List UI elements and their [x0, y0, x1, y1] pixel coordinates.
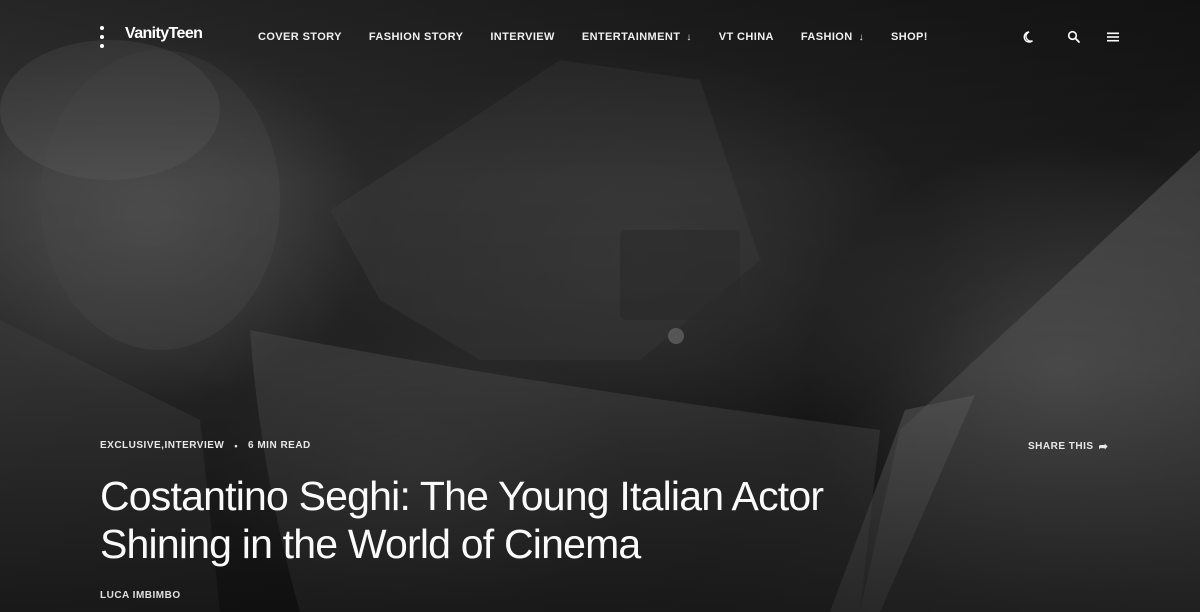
- nav-item-label: FASHION: [800, 31, 853, 43]
- site-logo[interactable]: VanityTeen: [125, 25, 203, 43]
- search-icon[interactable]: [1065, 28, 1083, 46]
- chevron-down-icon: ↓: [686, 31, 692, 43]
- share-arrow-icon: ➦: [1098, 441, 1109, 453]
- nav-item-interview[interactable]: INTERVIEW: [490, 31, 555, 43]
- main-nav: COVER STORY FASHION STORY INTERVIEW ENTE…: [258, 29, 955, 45]
- nav-item-entertainment[interactable]: ENTERTAINMENT ↓: [582, 31, 692, 43]
- nav-item-label: FASHION STORY: [368, 31, 464, 43]
- nav-item-fashion[interactable]: FASHION ↓: [801, 31, 864, 43]
- site-header: VanityTeen COVER STORY FASHION STORY INT…: [0, 0, 1200, 72]
- article-title: Costantino Seghi: The Young Italian Acto…: [100, 473, 824, 567]
- nav-item-fashion-story[interactable]: FASHION STORY: [369, 31, 463, 43]
- nav-item-label: SHOP!: [891, 31, 928, 43]
- read-time: 6 MIN READ: [248, 440, 311, 451]
- nav-item-label: ENTERTAINMENT: [581, 31, 681, 43]
- nav-item-label: VT CHINA: [718, 31, 774, 43]
- share-button[interactable]: SHARE THIS ➦: [1028, 440, 1108, 453]
- article-categories[interactable]: EXCLUSIVE,INTERVIEW: [100, 440, 224, 451]
- share-label: SHARE THIS: [1028, 441, 1094, 452]
- article-meta: EXCLUSIVE,INTERVIEW • 6 MIN READ: [100, 440, 311, 451]
- nav-item-cover-story[interactable]: COVER STORY: [258, 31, 342, 43]
- side-menu-dots-icon[interactable]: [96, 26, 108, 48]
- chevron-down-icon: ↓: [858, 31, 864, 43]
- nav-item-shop[interactable]: SHOP!: [891, 31, 928, 43]
- article-author[interactable]: LUCA IMBIMBO: [100, 590, 181, 601]
- nav-item-vt-china[interactable]: VT CHINA: [719, 31, 774, 43]
- nav-item-label: INTERVIEW: [490, 31, 555, 43]
- hamburger-menu-icon[interactable]: [1104, 28, 1122, 46]
- meta-separator: •: [234, 440, 238, 451]
- dark-mode-moon-icon[interactable]: [1021, 28, 1039, 46]
- nav-item-label: COVER STORY: [258, 31, 342, 43]
